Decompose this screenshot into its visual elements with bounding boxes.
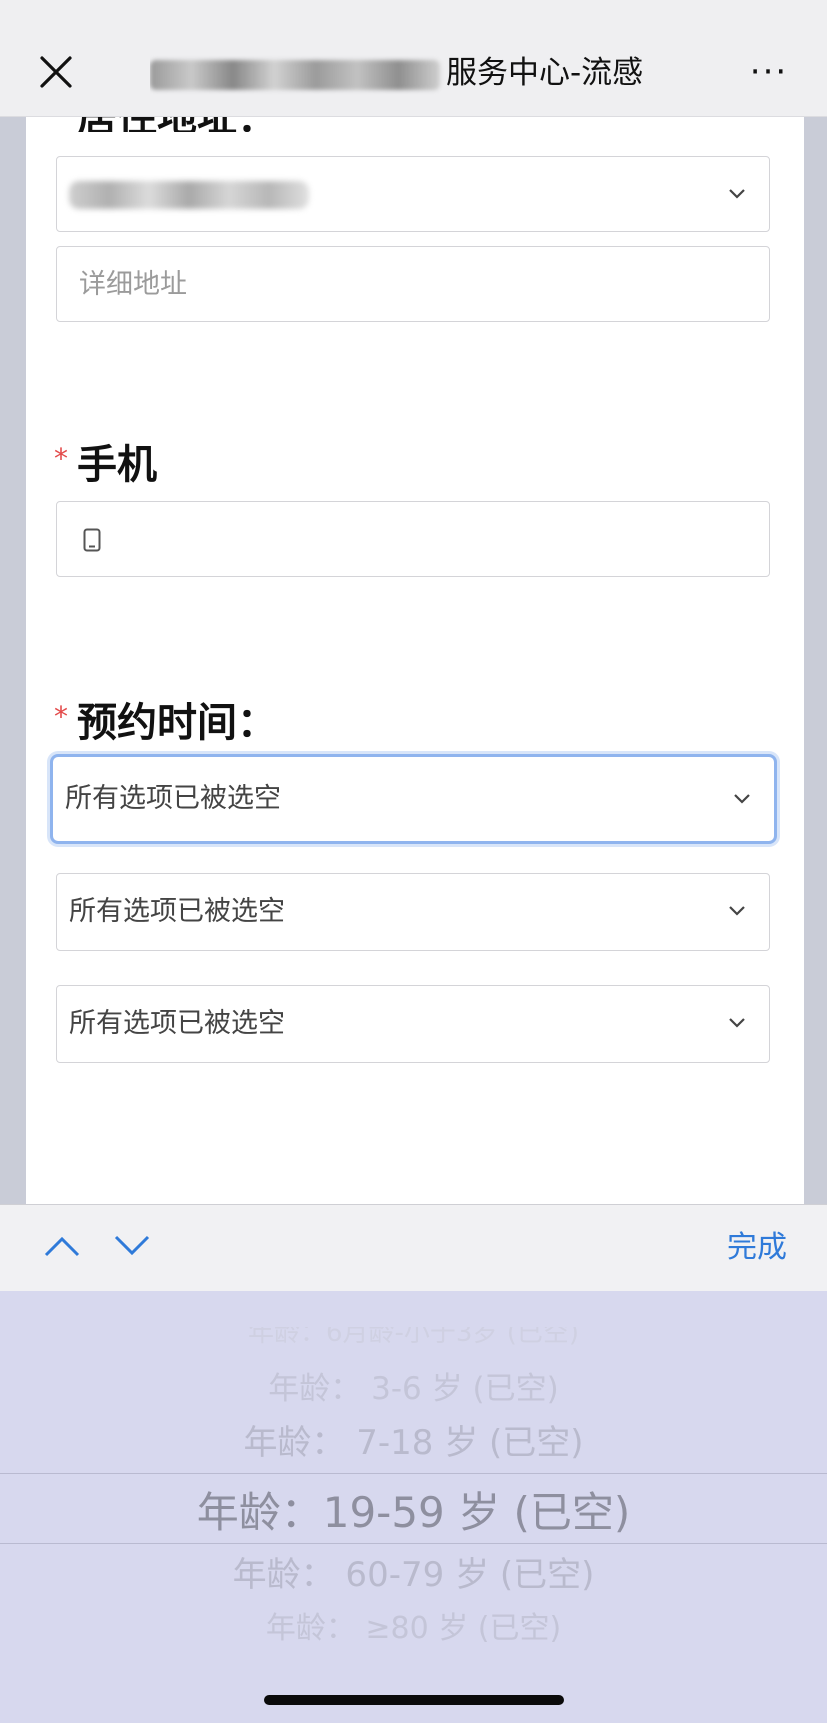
picker-selection-bottom-line — [0, 1543, 827, 1544]
address-detail-input[interactable]: 详细地址 — [56, 246, 770, 322]
page-title: 服务中心-流感 — [150, 48, 670, 98]
chevron-down-icon — [729, 906, 745, 916]
picker-option[interactable]: 年龄： 3-6 岁 (已空) — [0, 1363, 827, 1408]
redacted-title-prefix — [150, 59, 440, 90]
picker-option[interactable]: 年龄：6月龄-小于3岁 (已空) — [0, 1327, 827, 1349]
select-value: 所有选项已被选空 — [69, 1008, 285, 1039]
chevron-down-icon[interactable] — [112, 1233, 152, 1259]
required-mark: * — [54, 442, 68, 475]
picker-option[interactable]: 年龄： 60-79 岁 (已空) — [0, 1547, 827, 1596]
chevron-down-icon — [729, 1018, 745, 1028]
appointment-select-3[interactable]: 所有选项已被选空 — [56, 985, 770, 1063]
chevron-up-icon[interactable] — [42, 1233, 82, 1259]
home-indicator — [264, 1695, 564, 1705]
top-navbar: 服务中心-流感 ··· — [0, 0, 827, 117]
select-value: 所有选项已被选空 — [65, 783, 281, 814]
keyboard-accessory-bar: 完成 — [0, 1204, 827, 1291]
address-detail-placeholder: 详细地址 — [79, 269, 187, 300]
picker-option-selected[interactable]: 年龄：19-59 岁 (已空) — [0, 1479, 827, 1540]
appointment-select-1[interactable]: 所有选项已被选空 — [50, 754, 777, 844]
appointment-select-2[interactable]: 所有选项已被选空 — [56, 873, 770, 951]
address-region-select[interactable] — [56, 156, 770, 232]
picker-selection-top-line — [0, 1473, 827, 1474]
picker-option[interactable]: 年龄： 7-18 岁 (已空) — [0, 1415, 827, 1464]
chevron-down-icon — [734, 794, 750, 804]
select-value: 所有选项已被选空 — [69, 896, 285, 927]
picker-option[interactable]: 年龄： ≥80 岁 (已空) — [0, 1603, 827, 1647]
required-mark: * — [54, 700, 68, 733]
appointment-time-label: 预约时间： — [77, 700, 277, 746]
chevron-down-icon — [729, 189, 745, 199]
done-button[interactable]: 完成 — [727, 1225, 787, 1271]
close-icon[interactable] — [36, 52, 76, 92]
redacted-region-value — [69, 181, 309, 209]
more-menu-icon[interactable]: ··· — [747, 55, 791, 89]
mobile-phone-icon — [83, 528, 101, 552]
phone-input[interactable] — [56, 501, 770, 577]
option-picker-wheel[interactable]: 年龄：6月龄-小于3岁 (已空) 年龄： 3-6 岁 (已空) 年龄： 7-18… — [0, 1291, 827, 1723]
phone-label: 手机 — [77, 442, 157, 488]
